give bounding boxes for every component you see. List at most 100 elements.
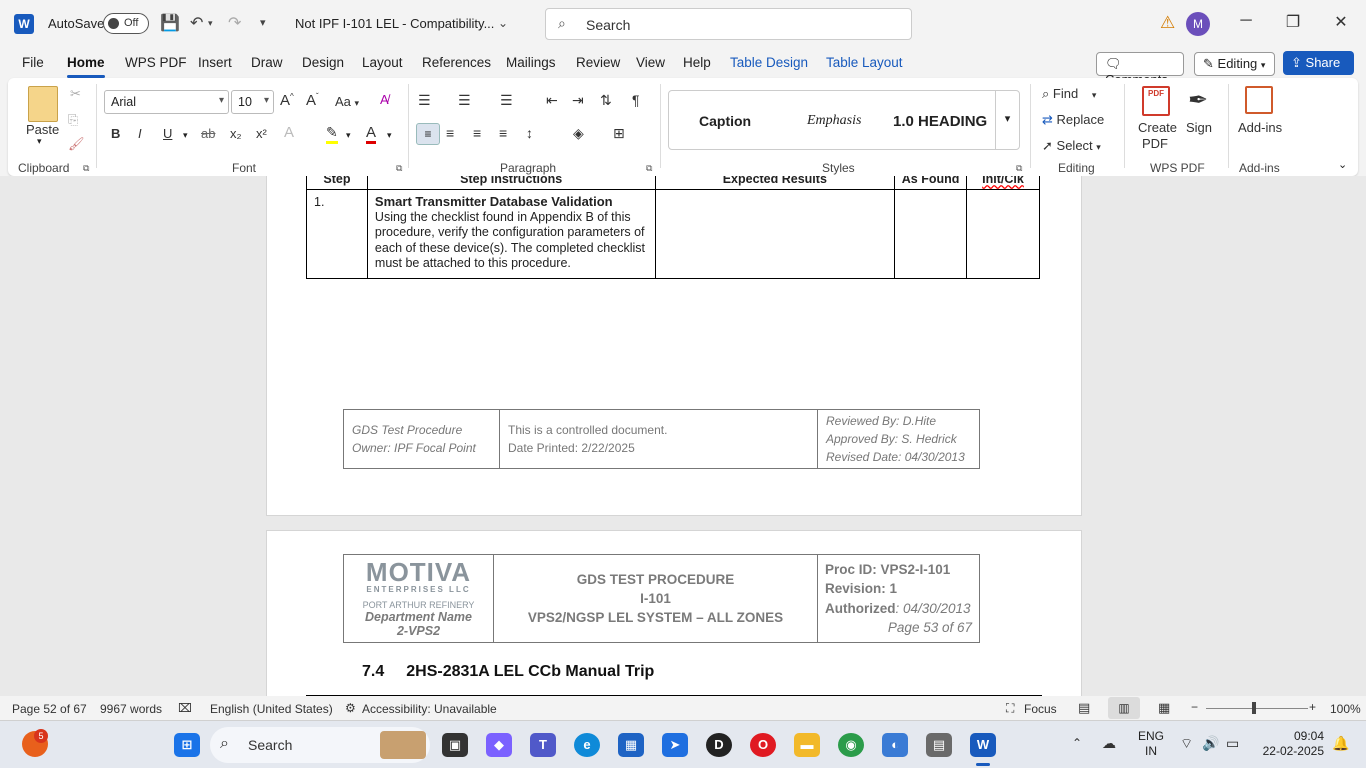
edge-icon[interactable]: e <box>574 733 600 757</box>
zoom-in-icon[interactable]: + <box>1309 700 1316 714</box>
paste-icon[interactable] <box>28 86 58 122</box>
volume-icon[interactable]: 🔊 <box>1202 735 1219 752</box>
title-dropdown-icon[interactable]: ⌄ <box>498 16 508 30</box>
print-layout-icon[interactable]: ▥ <box>1108 697 1140 719</box>
read-mode-icon[interactable]: ▤ <box>1078 700 1090 716</box>
task-view-icon[interactable]: ▣ <box>442 733 468 757</box>
create-pdf-button[interactable]: Create PDF <box>1138 120 1177 152</box>
add-ins-button[interactable]: Add-ins <box>1238 120 1282 135</box>
dell-icon[interactable]: D <box>706 733 732 757</box>
sign-icon[interactable]: ✒ <box>1188 86 1208 115</box>
borders-icon[interactable]: ⊞ <box>613 125 625 142</box>
document-canvas[interactable]: Step Step Instructions Expected Results … <box>0 176 1366 696</box>
minimize-icon[interactable]: ─ <box>1236 12 1256 30</box>
chevron-up-icon[interactable]: ⌃ <box>1072 736 1082 750</box>
strikethrough-button[interactable]: ab <box>201 126 215 141</box>
share-button[interactable]: ⇪ Share ▾ <box>1283 51 1354 85</box>
dialog-launcher-icon[interactable]: ⧉ <box>83 163 89 174</box>
align-left-icon[interactable]: ≡ <box>416 123 440 145</box>
teams-icon[interactable]: T <box>530 733 556 757</box>
close-icon[interactable]: ✕ <box>1331 12 1351 32</box>
as-found-cell[interactable] <box>894 189 968 279</box>
tab-insert[interactable]: Insert <box>198 55 232 70</box>
customize-qat-icon[interactable]: ▾ <box>260 16 266 29</box>
app-icon[interactable]: ◐ <box>882 733 908 757</box>
styles-gallery[interactable]: Caption Emphasis 1.0 HEADING ▾ <box>668 90 1020 150</box>
tab-file[interactable]: File <box>22 55 44 70</box>
start-icon[interactable]: ⊞ <box>174 733 200 757</box>
dialog-launcher-icon[interactable]: ⧉ <box>1016 163 1022 174</box>
align-center-icon[interactable]: ≡ <box>446 125 454 141</box>
styles-more-icon[interactable]: ▾ <box>995 91 1019 149</box>
font-color-icon[interactable]: A <box>366 124 377 144</box>
undo-dropdown-icon[interactable]: ▾ <box>208 18 213 29</box>
editing-mode-button[interactable]: ✎ Editing ▾ <box>1194 52 1275 76</box>
tab-review[interactable]: Review <box>576 55 620 70</box>
tab-mailings[interactable]: Mailings <box>506 55 556 70</box>
align-right-icon[interactable]: ≡ <box>473 125 481 141</box>
page-count[interactable]: Page 52 of 67 <box>12 702 87 716</box>
chevron-down-icon[interactable]: ▾ <box>387 130 392 141</box>
power-automate-icon[interactable]: ➤ <box>662 733 688 757</box>
shrink-font-icon[interactable]: Aˇ <box>306 92 319 109</box>
maximize-icon[interactable]: ❐ <box>1283 12 1303 32</box>
tab-table-layout[interactable]: Table Layout <box>826 55 903 70</box>
style-caption[interactable]: Caption <box>699 113 751 129</box>
chevron-down-icon[interactable]: ▾ <box>346 130 351 141</box>
opera-icon[interactable]: O <box>750 733 776 757</box>
sign-button[interactable]: Sign <box>1186 120 1212 135</box>
select-button[interactable]: ➚ Select ▾ <box>1042 138 1101 154</box>
save-icon[interactable]: 💾 <box>160 13 180 33</box>
grow-font-icon[interactable]: A^ <box>280 92 294 109</box>
superscript-button[interactable]: x² <box>256 126 267 141</box>
show-formatting-icon[interactable]: ¶ <box>632 92 640 108</box>
tab-home[interactable]: Home <box>67 55 105 78</box>
warning-icon[interactable]: ⚠ <box>1160 13 1175 33</box>
accessibility-status[interactable]: Accessibility: Unavailable <box>362 702 497 716</box>
text-effects-icon[interactable]: A <box>284 124 294 141</box>
web-layout-icon[interactable]: ▦ <box>1158 700 1170 716</box>
sort-icon[interactable]: ⇅ <box>600 92 612 109</box>
tab-references[interactable]: References <box>422 55 491 70</box>
shading-icon[interactable]: ◈ <box>573 125 584 142</box>
input-language[interactable]: ENG IN <box>1138 729 1164 759</box>
comments-button[interactable]: 🗨 Comments <box>1096 52 1184 87</box>
zoom-slider[interactable] <box>1206 708 1308 709</box>
bullets-icon[interactable]: ☰ <box>418 92 431 109</box>
autosave-toggle[interactable]: Off <box>103 13 149 34</box>
language-status[interactable]: English (United States) <box>210 702 333 716</box>
create-pdf-icon[interactable]: PDF <box>1142 86 1170 116</box>
decrease-indent-icon[interactable]: ⇤ <box>546 92 558 109</box>
undo-icon[interactable]: ↶ <box>190 13 203 33</box>
word-count[interactable]: 9967 words <box>100 702 162 716</box>
tab-help[interactable]: Help <box>683 55 711 70</box>
tab-wps-pdf[interactable]: WPS PDF <box>125 55 187 70</box>
italic-button[interactable]: I <box>138 126 142 141</box>
zoom-slider-handle[interactable] <box>1252 702 1256 714</box>
clock[interactable]: 09:04 22-02-2025 <box>1260 729 1324 759</box>
zoom-out-icon[interactable]: − <box>1191 700 1198 714</box>
add-ins-icon[interactable] <box>1245 86 1273 114</box>
underline-button[interactable]: U <box>163 126 172 141</box>
subscript-button[interactable]: x₂ <box>230 126 242 141</box>
zoom-level[interactable]: 100% <box>1330 702 1361 716</box>
clear-formatting-icon[interactable]: A̸ <box>380 92 389 107</box>
format-painter-icon[interactable]: 🖌 <box>68 136 85 152</box>
underline-dropdown-icon[interactable]: ▾ <box>183 130 188 141</box>
paste-button[interactable]: Paste <box>26 122 59 137</box>
increase-indent-icon[interactable]: ⇥ <box>572 92 584 109</box>
taskbar-search[interactable]: ⌕ Search <box>210 727 430 763</box>
focus-button[interactable]: Focus <box>1024 702 1057 716</box>
tab-table-design[interactable]: Table Design <box>730 55 808 70</box>
avatar[interactable]: M <box>1186 12 1210 36</box>
line-spacing-icon[interactable]: ↕ <box>526 125 533 141</box>
file-explorer-icon[interactable]: ▬ <box>794 733 820 757</box>
font-size-select[interactable]: 10 ▾ <box>231 90 274 114</box>
numbering-icon[interactable]: ☰ <box>458 92 471 109</box>
replace-button[interactable]: ⇄ Replace <box>1042 112 1104 128</box>
multilevel-list-icon[interactable]: ☰ <box>500 92 513 109</box>
tab-view[interactable]: View <box>636 55 665 70</box>
dialog-launcher-icon[interactable]: ⧉ <box>646 163 652 174</box>
app-icon[interactable]: ▤ <box>926 733 952 757</box>
search-box[interactable]: ⌕ Search <box>545 8 912 40</box>
